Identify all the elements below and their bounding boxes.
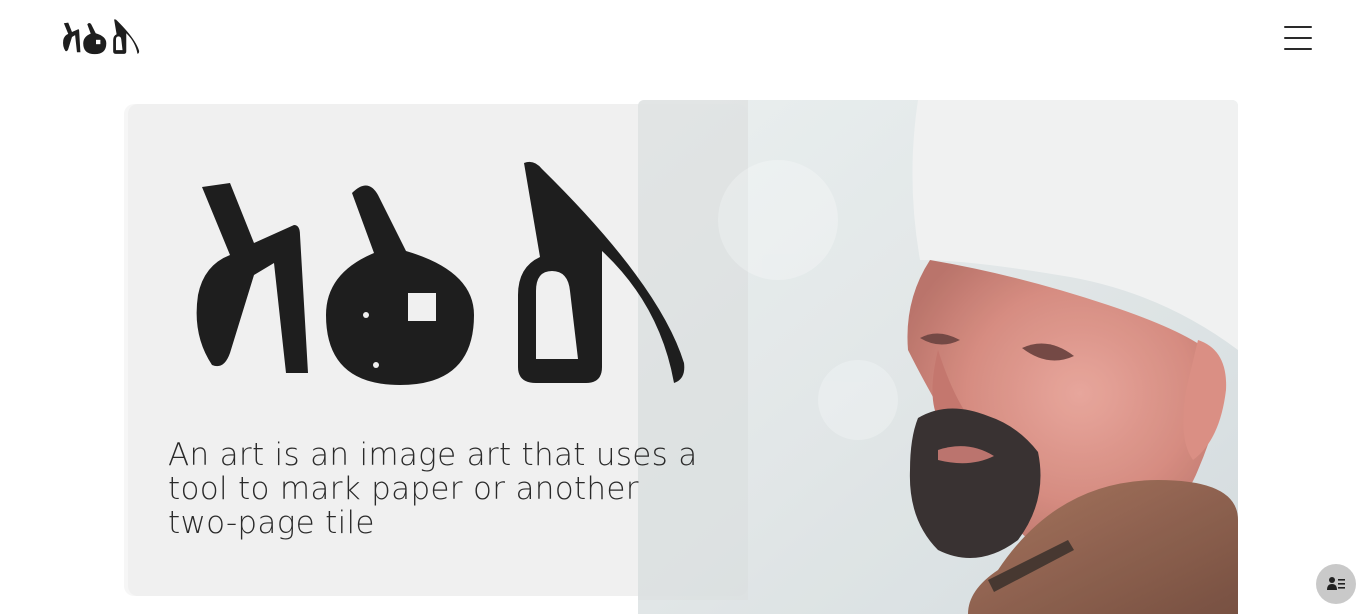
accessibility-button[interactable] <box>1316 564 1356 604</box>
menu-line <box>1284 48 1312 50</box>
hero-logo-icon <box>196 161 685 385</box>
hamburger-menu-button[interactable] <box>1281 22 1315 54</box>
portrait-image <box>638 100 1238 614</box>
hero-description: An art is an image art that uses a tool … <box>168 437 698 541</box>
page: An art is an image art that uses a tool … <box>0 0 1366 614</box>
brand-logo-icon[interactable] <box>62 18 140 56</box>
menu-line <box>1284 26 1312 28</box>
menu-line <box>1284 37 1312 39</box>
accessibility-person-list-icon <box>1327 577 1345 590</box>
